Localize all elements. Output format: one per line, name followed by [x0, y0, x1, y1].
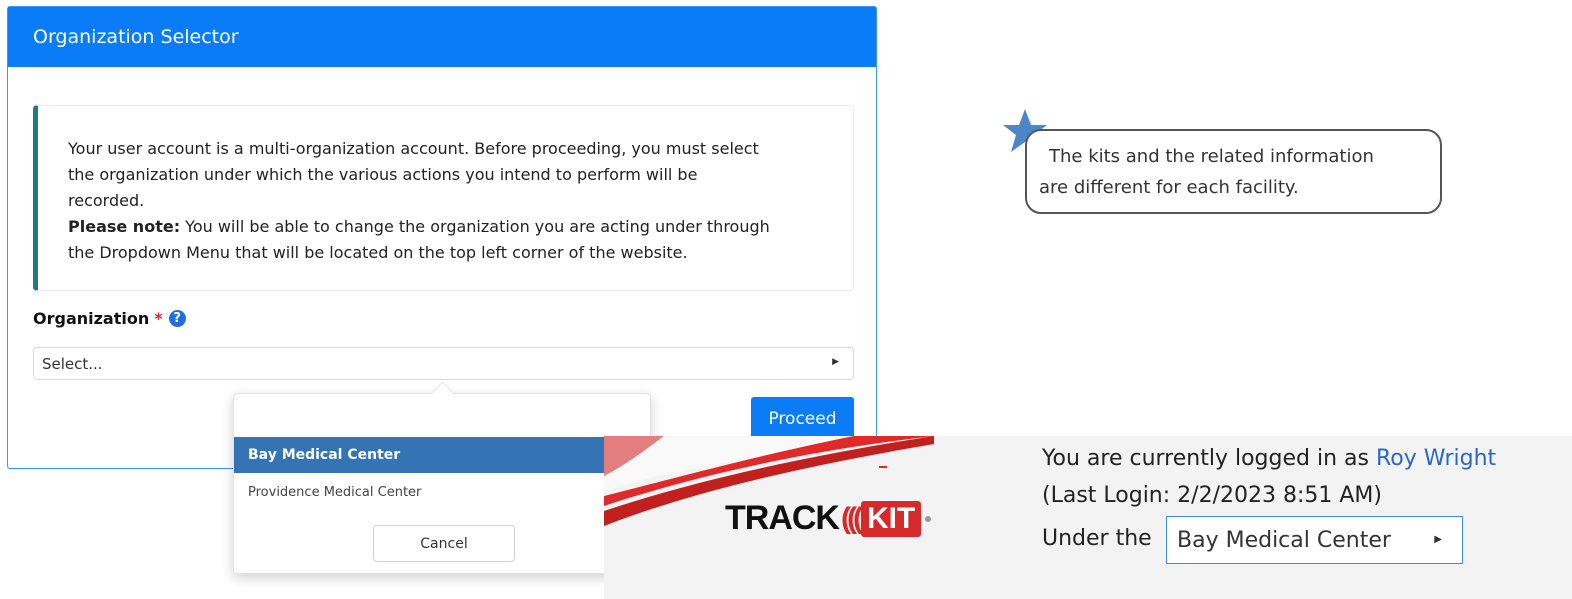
organization-dropdown: Bay Medical Center Providence Medical Ce…: [233, 381, 651, 574]
organization-select[interactable]: Select... ▶: [33, 347, 854, 380]
logged-in-prefix: You are currently logged in as: [1042, 446, 1376, 471]
callout-line-1: Your user account is a multi-organizatio…: [68, 139, 759, 158]
logo-dot: [925, 515, 932, 522]
organization-label-text: Organization: [33, 309, 150, 328]
current-organization-select[interactable]: Bay Medical Center ▶: [1166, 516, 1463, 564]
user-name-link[interactable]: Roy Wright: [1376, 446, 1496, 471]
callout-line-2: the organization under which the various…: [68, 165, 698, 184]
help-icon[interactable]: ?: [168, 310, 186, 327]
logo-track-text: TRACK: [725, 499, 840, 537]
callout-line-5: the Dropdown Menu that will be located o…: [68, 243, 688, 262]
signal-waves-icon: (((: [840, 501, 863, 535]
required-marker: *: [154, 309, 163, 328]
under-the-label: Under the: [1042, 526, 1152, 551]
logo-kit-text: KIT: [860, 500, 922, 537]
chevron-right-icon: ▶: [832, 357, 839, 367]
select-placeholder: Select...: [42, 354, 103, 373]
option-bay-medical-center[interactable]: Bay Medical Center: [234, 437, 650, 473]
note-text: You will be able to change the organizat…: [180, 217, 770, 236]
organization-field-label: Organization * ?: [33, 309, 186, 328]
note-line-1: The kits and the related information: [1049, 146, 1374, 167]
option-providence-medical-center[interactable]: Providence Medical Center: [234, 474, 650, 510]
logged-in-line: You are currently logged in as Roy Wrigh…: [1042, 446, 1496, 471]
note-label: Please note:: [68, 217, 181, 236]
current-organization-value: Bay Medical Center: [1177, 527, 1391, 553]
trackkit-header-banner: TRACK ((( KIT You are currently logged i…: [604, 436, 1572, 599]
info-note-bubble: The kits and the related information are…: [1025, 129, 1442, 214]
callout-note-line: Please note: You will be able to change …: [68, 214, 823, 240]
note-line-2: are different for each facility.: [1039, 177, 1299, 198]
chevron-right-icon: ▶: [1434, 534, 1442, 545]
trackkit-logo: TRACK ((( KIT: [725, 499, 932, 538]
last-login: (Last Login: 2/2/2023 8:51 AM): [1042, 483, 1382, 508]
cancel-button[interactable]: Cancel: [373, 525, 515, 562]
callout-line-3: recorded.: [68, 191, 145, 210]
info-callout: Your user account is a multi-organizatio…: [33, 105, 854, 291]
modal-title: Organization Selector: [8, 7, 876, 67]
proceed-button[interactable]: Proceed: [751, 397, 854, 441]
